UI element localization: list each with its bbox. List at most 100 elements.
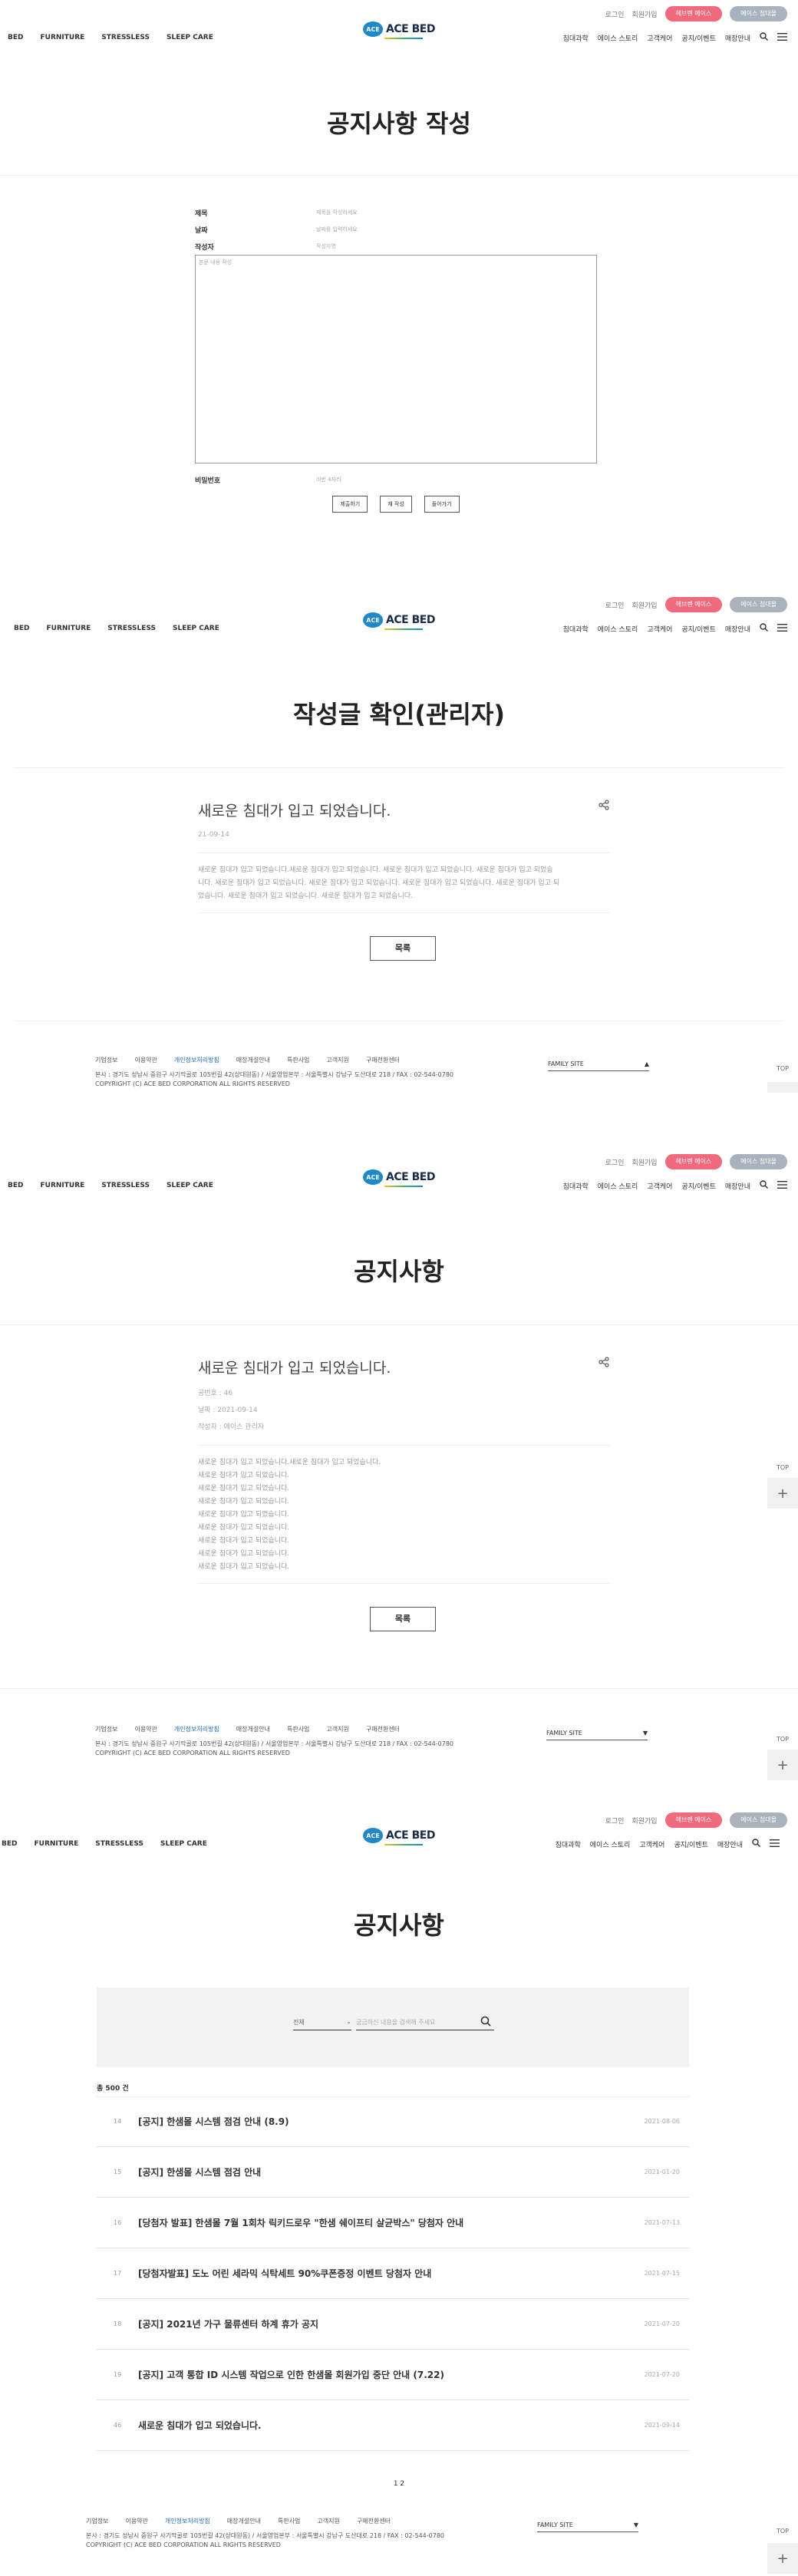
row-title[interactable]: [당첨자발표] 도노 어린 세라믹 식탁세트 90%쿠폰증정 이벤트 당첨자 안… (138, 2267, 645, 2280)
ace-bed-logo[interactable]: ACE ACE BED (363, 1828, 435, 1845)
footer-store-open[interactable]: 매장개설안내 (227, 2517, 261, 2525)
footer-purchase-center[interactable]: 구매전환센터 (366, 1056, 400, 1064)
search-input[interactable]: 궁금하신 내용을 검색해 주세요 (356, 2018, 494, 2030)
hamburger-icon[interactable] (770, 1839, 780, 1849)
nav-furniture[interactable]: FURNITURE (34, 1840, 78, 1848)
ace-mall-button[interactable]: 에이스 침대몰 (730, 6, 787, 21)
footer-company[interactable]: 기업정보 (95, 1725, 117, 1733)
footer-terms[interactable]: 이용약관 (134, 1725, 157, 1733)
nav-stressless[interactable]: STRESSLESS (95, 1840, 143, 1848)
login-link[interactable]: 로그인 (605, 9, 625, 19)
join-link[interactable]: 회원가입 (631, 1157, 657, 1167)
top-link[interactable]: TOP (773, 1065, 792, 1072)
plus-icon[interactable]: + (767, 1478, 798, 1509)
list-item[interactable]: 17 [당첨자발표] 도노 어린 세라믹 식탁세트 90%쿠폰증정 이벤트 당첨… (97, 2248, 689, 2299)
nav-furniture[interactable]: FURNITURE (46, 625, 91, 632)
body-textarea[interactable]: 본문 내용 작성 (195, 255, 597, 463)
nav-store-info[interactable]: 매장안내 (725, 33, 750, 43)
footer-special-sales[interactable]: 특판사업 (278, 2517, 300, 2525)
footer-purchase-center[interactable]: 구매전환센터 (357, 2517, 391, 2525)
row-title[interactable]: [공지] 한샘몰 시스템 점검 안내 (8.9) (138, 2115, 645, 2128)
nav-stressless[interactable]: STRESSLESS (101, 1182, 150, 1189)
ace-bed-logo[interactable]: ACE ACE BED (363, 612, 435, 630)
nav-customer-care[interactable]: 고객케어 (647, 624, 672, 634)
join-link[interactable]: 회원가입 (631, 1816, 657, 1826)
nav-sleep-care[interactable]: SLEEP CARE (173, 625, 219, 632)
top-link[interactable]: TOP (773, 1736, 792, 1743)
top-link[interactable]: TOP (773, 1464, 792, 1471)
hamburger-icon[interactable] (777, 623, 787, 634)
list-button[interactable]: 목록 (370, 936, 436, 961)
list-item[interactable]: 46 새로운 침대가 입고 되었습니다. 2021-09-14 (97, 2400, 689, 2451)
family-site-select[interactable]: FAMILY SITE ▼ (546, 1730, 648, 1740)
footer-support[interactable]: 고객지원 (326, 1056, 348, 1064)
nav-notice-event[interactable]: 공지/이벤트 (681, 33, 715, 43)
join-link[interactable]: 회원가입 (631, 600, 657, 610)
pagination[interactable]: 1 2 (0, 2480, 798, 2488)
nav-sleep-care[interactable]: SLEEP CARE (160, 1840, 207, 1848)
row-title[interactable]: 새로운 침대가 입고 되었습니다. (138, 2419, 645, 2432)
row-title[interactable]: [공지] 고객 통합 ID 시스템 작업으로 인한 한샘몰 회원가입 중단 안내… (138, 2368, 645, 2381)
login-link[interactable]: 로그인 (605, 600, 625, 610)
nav-notice-event[interactable]: 공지/이벤트 (674, 1839, 707, 1849)
row-title[interactable]: [공지] 한샘몰 시스템 점검 안내 (138, 2165, 645, 2179)
plus-icon[interactable]: + (767, 2543, 798, 2574)
nav-bed[interactable]: BED (8, 34, 23, 41)
footer-company[interactable]: 기업정보 (95, 1056, 117, 1064)
hamburger-icon[interactable] (777, 32, 787, 43)
nav-ace-story[interactable]: 에이스 스토리 (598, 624, 638, 634)
ace-mall-button[interactable]: 에이스 침대몰 (730, 1812, 787, 1828)
heveren-ace-button[interactable]: 헤브렌 에이스 (664, 6, 723, 21)
nav-bed-science[interactable]: 침대과학 (556, 1839, 581, 1849)
row-title[interactable]: [당첨자 발표] 한샘몰 7월 1회차 릭키드로우 "한샘 쉐이프티 살균박스"… (138, 2216, 645, 2229)
list-item[interactable]: 16 [당첨자 발표] 한샘몰 7월 1회차 릭키드로우 "한샘 쉐이프티 살균… (97, 2198, 689, 2248)
nav-notice-event[interactable]: 공지/이벤트 (681, 1181, 715, 1191)
share-icon[interactable] (598, 800, 609, 813)
scroll-top-box[interactable] (767, 1082, 798, 1093)
list-item[interactable]: 15 [공지] 한샘몰 시스템 점검 안내 2021-01-20 (97, 2147, 689, 2198)
submit-button[interactable]: 제출하기 (332, 496, 368, 513)
back-button[interactable]: 돌아가기 (424, 496, 460, 513)
ace-mall-button[interactable]: 에이스 침대몰 (730, 597, 787, 612)
footer-terms[interactable]: 이용약관 (134, 1056, 157, 1064)
nav-bed[interactable]: BED (14, 625, 29, 632)
list-item[interactable]: 14 [공지] 한샘몰 시스템 점검 안내 (8.9) 2021-08-06 (97, 2096, 689, 2147)
footer-privacy[interactable]: 개인정보처리방침 (174, 1725, 219, 1733)
search-icon[interactable] (760, 32, 768, 43)
nav-furniture[interactable]: FURNITURE (40, 1182, 84, 1189)
search-icon[interactable] (752, 1839, 760, 1849)
heveren-ace-button[interactable]: 헤브렌 에이스 (664, 1812, 723, 1828)
nav-store-info[interactable]: 매장안내 (725, 1181, 750, 1191)
ace-bed-logo[interactable]: ACE ACE BED (363, 1169, 435, 1187)
search-icon[interactable] (760, 623, 768, 634)
heveren-ace-button[interactable]: 헤브렌 에이스 (664, 597, 723, 612)
password-input[interactable]: 비번 4자리 (316, 476, 341, 483)
nav-customer-care[interactable]: 고객케어 (639, 1839, 664, 1849)
heveren-ace-button[interactable]: 헤브렌 에이스 (664, 1154, 723, 1169)
list-button[interactable]: 목록 (370, 1607, 436, 1631)
family-site-select[interactable]: FAMILY SITE ▼ (537, 2522, 638, 2532)
date-input[interactable]: 날짜를 입력하세요 (316, 226, 358, 233)
list-item[interactable]: 19 [공지] 고객 통합 ID 시스템 작업으로 인한 한샘몰 회원가입 중단… (97, 2350, 689, 2400)
share-icon[interactable] (598, 1357, 609, 1370)
footer-special-sales[interactable]: 특판사업 (287, 1056, 309, 1064)
subject-input[interactable]: 제목을 작성하세요 (316, 209, 358, 216)
footer-company[interactable]: 기업정보 (86, 2517, 108, 2525)
nav-ace-story[interactable]: 에이스 스토리 (590, 1839, 631, 1849)
family-site-select[interactable]: FAMILY SITE ▲ (548, 1060, 649, 1071)
ace-bed-logo[interactable]: ACE ACE BED (363, 21, 435, 39)
nav-notice-event[interactable]: 공지/이벤트 (681, 624, 715, 634)
nav-bed-science[interactable]: 침대과학 (563, 1181, 589, 1191)
nav-sleep-care[interactable]: SLEEP CARE (167, 1182, 213, 1189)
footer-support[interactable]: 고객지원 (317, 2517, 339, 2525)
top-link[interactable]: TOP (773, 2528, 792, 2535)
category-select[interactable]: 전체 ⌄ (293, 2018, 351, 2030)
login-link[interactable]: 로그인 (605, 1157, 625, 1167)
list-item[interactable]: 18 [공지] 2021년 가구 물류센터 하계 휴가 공지 2021-07-2… (97, 2299, 689, 2350)
search-icon[interactable] (480, 2015, 491, 2030)
nav-bed[interactable]: BED (8, 1182, 23, 1189)
search-icon[interactable] (760, 1180, 768, 1191)
nav-ace-story[interactable]: 에이스 스토리 (598, 33, 638, 43)
footer-privacy[interactable]: 개인정보처리방침 (165, 2517, 210, 2525)
nav-furniture[interactable]: FURNITURE (40, 34, 84, 41)
